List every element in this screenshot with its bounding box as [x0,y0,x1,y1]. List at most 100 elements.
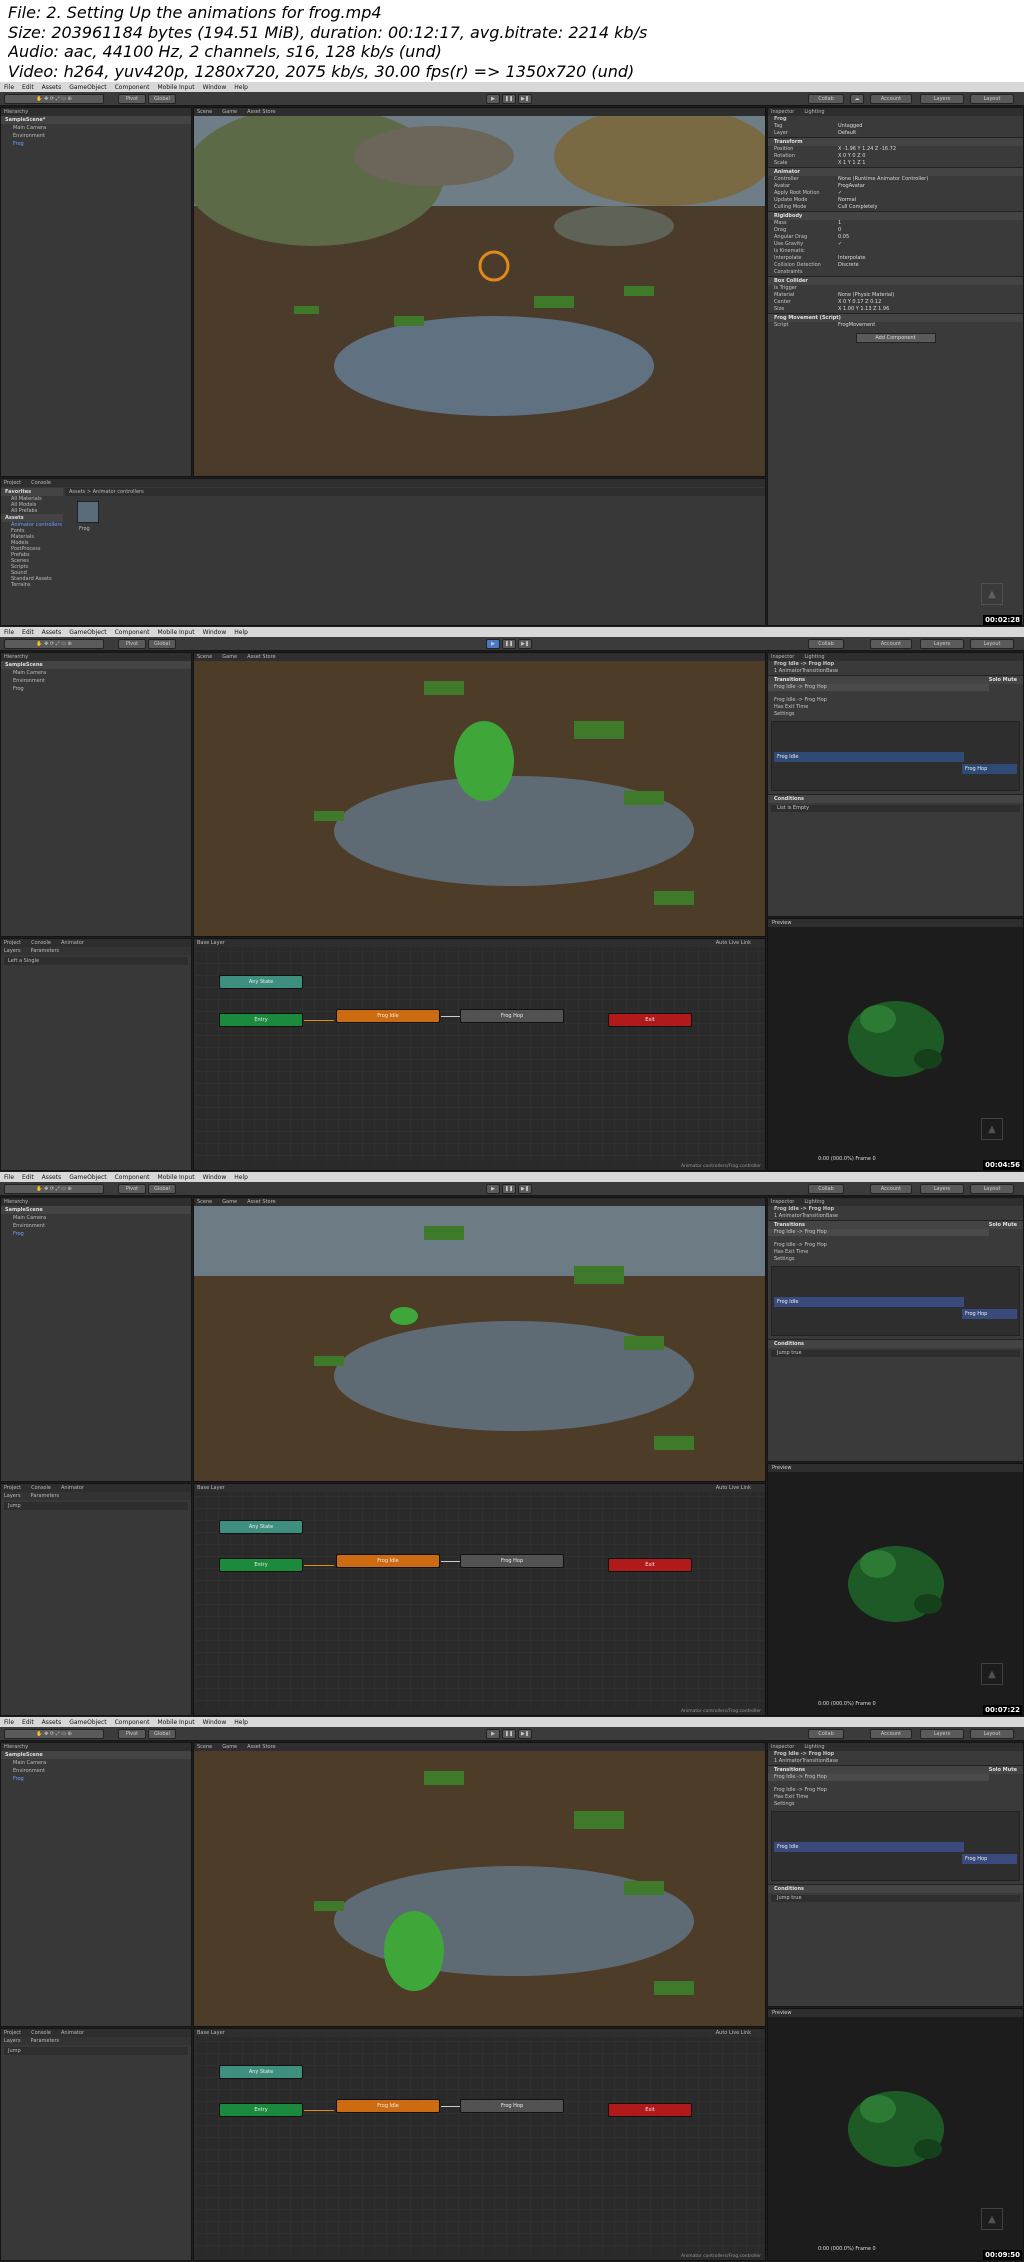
transition-arrow[interactable] [304,1020,334,1021]
transition-list-item[interactable]: Frog Idle -> Frog Hop [768,684,989,691]
menu-edit[interactable]: Edit [22,84,34,91]
layout-dropdown[interactable]: Layout [970,94,1014,104]
tab-asset-store[interactable]: Asset Store [247,654,275,660]
component-field[interactable]: Constraints [768,269,1023,276]
parameter-item[interactable]: Jump [4,2047,188,2055]
tab-layers[interactable]: Layers [4,948,21,954]
tab-layers[interactable]: Layers [4,2038,21,2044]
transition-arrow[interactable] [304,1565,334,1566]
component-header[interactable]: Rigidbody [768,211,1023,220]
account-dropdown[interactable]: Account [870,1729,912,1739]
component-field[interactable]: Center X 0 Y 0.17 Z 0.12 [768,299,1023,306]
timeline-bar-idle[interactable]: Frog Idle [774,1297,964,1307]
tab-console[interactable]: Console [31,940,51,946]
global-button[interactable]: Global [148,1729,176,1739]
transform-tools[interactable]: ✋ ✥ ⟳ ⤢ ▭ ⊕ [4,639,104,649]
menu-file[interactable]: File [4,84,14,91]
tab-lighting[interactable]: Lighting [804,109,824,115]
hierarchy-item[interactable]: Main Camera [1,1759,191,1767]
step-button[interactable]: ▶❚ [518,1729,532,1739]
tab-scene[interactable]: Scene [197,1744,212,1750]
component-field[interactable]: Angular Drag 0.05 [768,234,1023,241]
settings-foldout[interactable]: Settings [768,1256,1023,1263]
collab-button[interactable]: Collab [808,1184,844,1194]
play-button[interactable]: ▶ [486,639,500,649]
has-exit-time-toggle[interactable]: Has Exit Time [768,1794,1023,1801]
global-button[interactable]: Global [148,94,176,104]
hierarchy-item[interactable]: Frog [1,1775,191,1783]
transition-list-item[interactable]: Frog Idle -> Frog Hop [768,1774,989,1781]
hierarchy-tab[interactable]: Hierarchy [1,1743,191,1751]
tab-lighting[interactable]: Lighting [804,1744,824,1750]
animator-graph[interactable]: Base Layer Auto Live Link Any State Entr… [193,1483,766,1716]
frog-hop-node[interactable]: Frog Hop [460,1554,564,1568]
parameter-item[interactable]: Left a Single [4,957,188,965]
layout-dropdown[interactable]: Layout [970,639,1014,649]
pause-button[interactable]: ❚❚ [502,1184,516,1194]
hierarchy-item[interactable]: SampleScene [1,1751,191,1759]
any-state-node[interactable]: Any State [219,975,303,989]
collab-button[interactable]: Collab [808,639,844,649]
account-dropdown[interactable]: Account [870,1184,912,1194]
has-exit-time-toggle[interactable]: Has Exit Time [768,704,1023,711]
transition-list-item[interactable]: Frog Idle -> Frog Hop [768,1229,989,1236]
component-field[interactable]: Collision Detection Discrete [768,262,1023,269]
menu-item[interactable]: Component [115,1174,150,1181]
animator-graph[interactable]: Base Layer Auto Live Link Any State Entr… [193,2028,766,2261]
component-field[interactable]: Mass 1 [768,220,1023,227]
cloud-icon[interactable]: ☁ [850,94,864,104]
tab-scene[interactable]: Scene [197,654,212,660]
tab-project[interactable]: Project [4,940,21,946]
timeline-bar-idle[interactable]: Frog Idle [774,1842,964,1852]
menu-item[interactable]: Window [203,629,227,636]
tab-project[interactable]: Project [4,480,21,486]
hierarchy-item[interactable]: SampleScene [1,1206,191,1214]
global-button[interactable]: Global [148,639,176,649]
menu-window[interactable]: Window [203,84,227,91]
play-button[interactable]: ▶ [486,94,500,104]
component-field[interactable]: Rotation X 0 Y 0 Z 0 [768,153,1023,160]
settings-foldout[interactable]: Settings [768,1801,1023,1808]
menu-item[interactable]: File [4,629,14,636]
component-header[interactable]: Frog Movement (Script) [768,313,1023,322]
hierarchy-item[interactable]: Main Camera [1,669,191,677]
base-layer-label[interactable]: Base Layer [197,2030,225,2036]
animator-controller-icon[interactable] [77,501,99,523]
menu-mobile-input[interactable]: Mobile Input [157,84,194,91]
frog-idle-node[interactable]: Frog Idle [336,1554,440,1568]
tab-console[interactable]: Console [31,480,51,486]
transition-timeline[interactable]: Frog Idle Frog Hop [771,1811,1020,1881]
scene-view[interactable]: Scene Game Asset Store [193,1197,766,1482]
menu-item[interactable]: Edit [22,629,34,636]
menu-item[interactable]: GameObject [69,629,106,636]
hierarchy-tab[interactable]: Hierarchy [1,1198,191,1206]
component-field[interactable]: Size X 1.00 Y 1.13 Z 1.96 [768,306,1023,313]
play-button[interactable]: ▶ [486,1184,500,1194]
component-field[interactable]: Avatar FrogAvatar [768,183,1023,190]
tree-item[interactable]: Terrains [1,582,63,588]
menu-item[interactable]: Window [203,1719,227,1726]
account-dropdown[interactable]: Account [870,639,912,649]
pivot-button[interactable]: Pivot [118,1184,146,1194]
hierarchy-tab[interactable]: Hierarchy [1,653,191,661]
menu-component[interactable]: Component [115,84,150,91]
entry-node[interactable]: Entry [219,1558,303,1572]
condition-row[interactable]: Jump true [771,1350,1020,1357]
hierarchy-item[interactable]: Frog [1,1230,191,1238]
tab-console[interactable]: Console [31,2030,51,2036]
tree-item[interactable]: Assets [1,514,63,522]
hierarchy-item[interactable]: Environment [1,677,191,685]
tab-layers[interactable]: Layers [4,1493,21,1499]
frog-idle-node[interactable]: Frog Idle [336,2099,440,2113]
component-header[interactable]: Box Collider [768,276,1023,285]
menu-item[interactable]: Window [203,1174,227,1181]
parameter-item[interactable]: Jump [4,1502,188,1510]
hierarchy-item[interactable]: Environment [1,1222,191,1230]
component-field[interactable]: Update Mode Normal [768,197,1023,204]
account-dropdown[interactable]: Account [870,94,912,104]
menu-item[interactable]: Mobile Input [157,1174,194,1181]
pivot-button[interactable]: Pivot [118,1729,146,1739]
animator-graph[interactable]: Base Layer Auto Live Link Any State Entr… [193,938,766,1171]
menu-assets[interactable]: Assets [42,84,62,91]
tab-inspector[interactable]: Inspector [771,1744,794,1750]
